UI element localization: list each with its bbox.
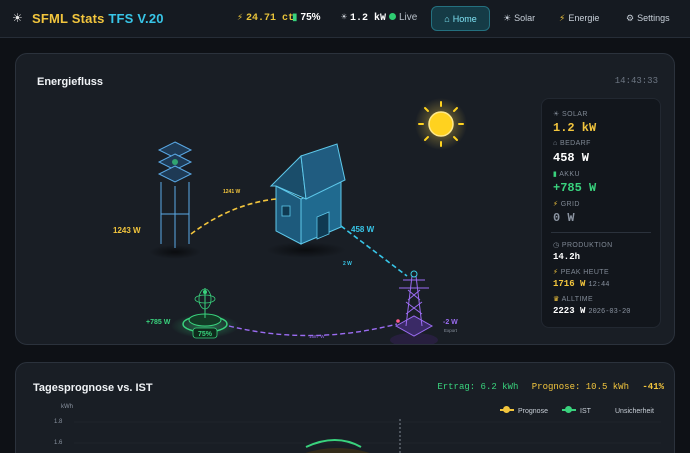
- house-value-label: 458 W: [351, 225, 375, 234]
- energy-flow-title: Energiefluss: [37, 76, 104, 88]
- grid-export-label: Export: [444, 328, 458, 333]
- gear-icon: ⚙: [626, 13, 635, 23]
- battery-illustration: 75%: [171, 288, 239, 339]
- app-title: SFML Stats TFS V.20: [32, 11, 164, 26]
- panel-divider: [551, 232, 651, 233]
- forecast-card: Tagesprognose vs. IST Ertrag: 6.2 kWh Pr…: [15, 362, 675, 453]
- solar-to-house-flow: [190, 198, 277, 235]
- bolt-icon: ⚡: [237, 13, 244, 24]
- uncertainty-band: [305, 448, 370, 453]
- sun-small-icon: ☀: [553, 111, 560, 118]
- solar-value-label: 1243 W: [113, 226, 141, 235]
- alltime-stat-value: 2223 W 2026-03-20: [553, 306, 631, 316]
- grid-stat-value: 0 W: [553, 211, 575, 225]
- sun-small-icon: ☀: [341, 13, 348, 24]
- energy-flow-card: Energiefluss 14:43:33 75% 1243 W 1241 W …: [15, 53, 675, 345]
- clock-icon: ◷: [553, 242, 560, 249]
- produktion-stat-label: ◷ PRODUKTION: [553, 242, 613, 249]
- nav-home-tab[interactable]: ⌂ Home: [431, 6, 490, 31]
- live-dot-icon: [389, 13, 396, 20]
- home-icon: ⌂: [444, 14, 450, 24]
- live-indicator: Live: [389, 12, 417, 23]
- home-small-icon: ⌂: [553, 140, 558, 147]
- price-stat: ⚡ 24.71 ct: [237, 13, 295, 24]
- peak-stat-value: 1716 W 12:44: [553, 279, 610, 289]
- trophy-icon: ♛: [553, 296, 560, 303]
- grid-flow-label: 2 W: [343, 261, 352, 267]
- sun-icon: ☀: [12, 11, 23, 25]
- top-bar: ☀ SFML Stats TFS V.20 ⚡ 24.71 ct ▮ 75% ☀ 1.…: [0, 0, 690, 38]
- nav-solar-tab[interactable]: ☀ Solar: [503, 6, 535, 31]
- grid-value-label: -2 W: [443, 319, 458, 326]
- battery-to-grid-label: 1587 W: [309, 334, 325, 339]
- grid-tower-illustration: [390, 270, 438, 344]
- forecast-chart: [74, 419, 661, 453]
- bolt-small-icon: ⚡: [553, 269, 559, 276]
- grid-stat-label: ⚡ GRID: [553, 201, 580, 208]
- solar-panel-illustration: [149, 141, 201, 259]
- energy-flow-diagram: 75% 1243 W 1241 W 458 W 2 W +785 W 1587 …: [113, 98, 467, 344]
- akku-stat-value: +785 W: [553, 181, 597, 195]
- bolt-small-icon: ⚡: [553, 201, 559, 208]
- solar-stat-label: ☀ SOLAR: [553, 111, 588, 118]
- ist-curve: [305, 439, 362, 448]
- peak-stat-label: ⚡ PEAK HEUTE: [553, 269, 610, 276]
- bolt-icon: ⚡: [559, 13, 566, 23]
- house-illustration: [266, 143, 346, 258]
- sun-icon: ☀: [503, 13, 512, 23]
- alltime-stat-label: ♛ ALLTIME: [553, 296, 594, 303]
- bedarf-stat-label: ⌂ BEDARF: [553, 140, 591, 147]
- stats-panel: ☀ SOLAR 1.2 kW ⌂ BEDARF 458 W ▮ AKKU +78…: [541, 98, 661, 328]
- nav-energie-tab[interactable]: ⚡ Energie: [559, 6, 599, 31]
- solar-stat-value: 1.2 kW: [553, 121, 597, 135]
- battery-stat: ▮ 75%: [292, 12, 321, 23]
- nav-settings-tab[interactable]: ⚙ Settings: [626, 6, 670, 31]
- battery-value-label: +785 W: [146, 319, 171, 326]
- bedarf-stat-value: 458 W: [553, 151, 590, 165]
- battery-small-icon: ▮: [553, 171, 558, 178]
- battery-percent-label: 75%: [198, 331, 213, 338]
- akku-stat-label: ▮ AKKU: [553, 171, 580, 178]
- produktion-stat-value: 14.2h: [553, 252, 581, 262]
- power-stat: ☀ 1.2 kW: [341, 13, 387, 24]
- solar-to-house-label: 1241 W: [223, 189, 241, 195]
- energy-flow-time: 14:43:33: [614, 76, 658, 86]
- battery-icon: ▮: [292, 12, 298, 23]
- sun-illustration: [415, 98, 467, 150]
